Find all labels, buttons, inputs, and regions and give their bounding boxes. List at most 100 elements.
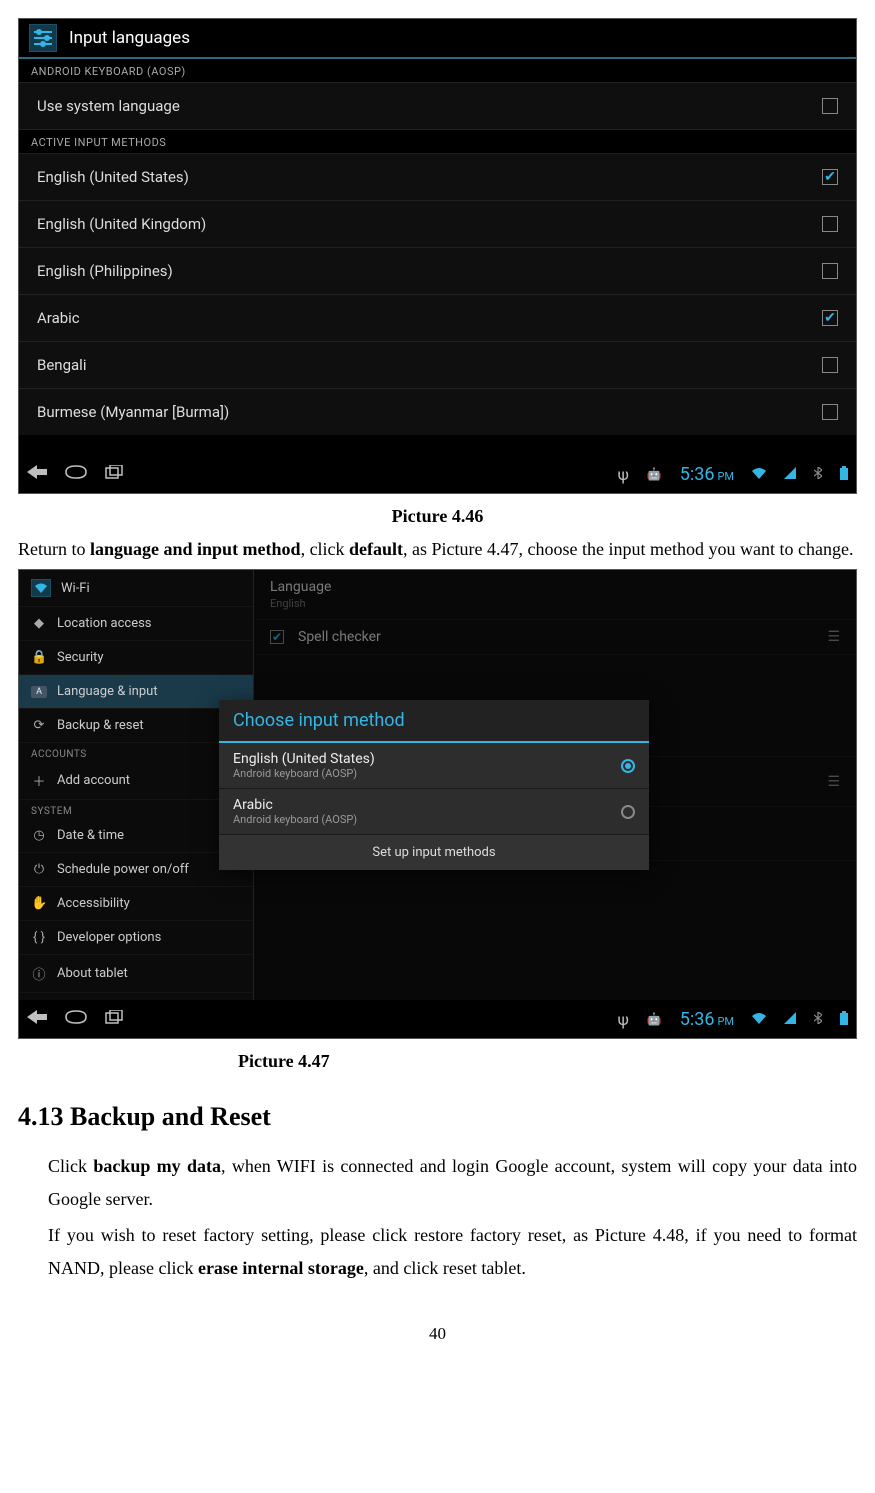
checkbox-icon[interactable]: [822, 357, 838, 373]
dialog-option-arabic[interactable]: Arabic Android keyboard (AOSP): [219, 789, 649, 835]
sidebar-label: Schedule power on/off: [57, 862, 189, 877]
signal-icon: [784, 467, 796, 482]
item-spell-checker[interactable]: Spell checker ☰: [254, 620, 856, 655]
dialog-title: Choose input method: [219, 700, 649, 743]
usb-icon: ψ: [618, 1010, 629, 1029]
clock: 5:36 PM: [680, 464, 734, 485]
sidebar-section-accounts: ACCOUNTS: [19, 743, 253, 762]
row-label: Burmese (Myanmar [Burma]): [37, 403, 229, 421]
sidebar-item-add-account[interactable]: ＋ Add account: [19, 762, 253, 800]
info-icon: ⓘ: [31, 964, 47, 983]
back-icon[interactable]: [27, 1010, 47, 1028]
row-label: English (Philippines): [37, 262, 173, 280]
sidebar-item-date-time[interactable]: ◷ Date & time: [19, 819, 253, 853]
checkbox-icon[interactable]: [822, 263, 838, 279]
bluetooth-icon: [814, 1012, 822, 1027]
checkbox-icon[interactable]: [822, 404, 838, 420]
row-english-us[interactable]: English (United States): [19, 154, 856, 201]
sidebar-item-about-tablet[interactable]: ⓘ About tablet: [19, 955, 253, 993]
sidebar-label: Wi-Fi: [61, 581, 90, 596]
checkbox-checked-icon[interactable]: [270, 630, 284, 644]
dialog-choose-input-method: Choose input method English (United Stat…: [219, 700, 649, 870]
backup-icon: ⟳: [31, 718, 47, 733]
paragraph-backup-my-data: Click backup my data, when WIFI is conne…: [48, 1150, 857, 1215]
row-label: English (United States): [37, 168, 189, 186]
clock-pm: PM: [717, 470, 734, 483]
sidebar-label: Security: [57, 650, 104, 665]
row-english-ph[interactable]: English (Philippines): [19, 248, 856, 295]
section-active-label: ACTIVE INPUT METHODS: [19, 130, 856, 154]
android-icon: 🤖: [647, 467, 662, 481]
back-icon[interactable]: [27, 465, 47, 483]
row-english-uk[interactable]: English (United Kingdom): [19, 201, 856, 248]
row-arabic[interactable]: Arabic: [19, 295, 856, 342]
screenshot-choose-input-method: Wi-Fi ◆ Location access 🔒 Security A Lan…: [18, 569, 857, 1039]
row-label: Use system language: [37, 97, 180, 115]
radio-icon[interactable]: [621, 805, 635, 819]
sliders-icon[interactable]: ☰: [827, 774, 840, 790]
screen-header: Input languages: [19, 19, 856, 59]
sidebar-item-security[interactable]: 🔒 Security: [19, 641, 253, 675]
usb-icon: ψ: [618, 465, 629, 484]
option-sublabel: Android keyboard (AOSP): [233, 767, 375, 780]
clock-time: 5:36: [680, 1009, 715, 1030]
sidebar-item-developer-options[interactable]: { } Developer options: [19, 921, 253, 955]
bluetooth-icon: [814, 467, 822, 482]
checkbox-checked-icon[interactable]: [822, 169, 838, 185]
dialog-option-english-us[interactable]: English (United States) Android keyboard…: [219, 743, 649, 789]
clock-time: 5:36: [680, 464, 715, 485]
checkbox-icon[interactable]: [822, 98, 838, 114]
sliders-icon: [29, 24, 57, 52]
recent-apps-icon[interactable]: [105, 465, 123, 483]
section-keyboard-label: ANDROID KEYBOARD (AOSP): [19, 59, 856, 83]
home-icon[interactable]: [65, 1010, 87, 1028]
developer-icon: { }: [31, 930, 47, 945]
lock-icon: 🔒: [31, 650, 47, 665]
battery-icon: [840, 1011, 848, 1028]
row-bengali[interactable]: Bengali: [19, 342, 856, 389]
row-burmese[interactable]: Burmese (Myanmar [Burma]): [19, 389, 856, 435]
item-language[interactable]: Language English: [254, 570, 856, 620]
sidebar-item-backup-reset[interactable]: ⟳ Backup & reset: [19, 709, 253, 743]
sidebar-item-schedule-power[interactable]: ⏻ Schedule power on/off: [19, 853, 253, 887]
item-subtitle: English: [270, 597, 840, 610]
paragraph-factory-reset: If you wish to reset factory setting, pl…: [48, 1219, 857, 1284]
sidebar-item-accessibility[interactable]: ✋ Accessibility: [19, 887, 253, 921]
checkbox-icon[interactable]: [822, 216, 838, 232]
option-label: Arabic: [233, 797, 357, 813]
wifi-icon: [752, 467, 766, 482]
dialog-setup-button[interactable]: Set up input methods: [219, 835, 649, 870]
home-icon[interactable]: [65, 465, 87, 483]
paragraph-return-to: Return to language and input method, cli…: [18, 533, 857, 565]
battery-icon: [840, 466, 848, 483]
sidebar-item-wifi[interactable]: Wi-Fi: [19, 570, 253, 607]
item-title: Spell checker: [298, 629, 381, 645]
radio-selected-icon[interactable]: [621, 759, 635, 773]
sidebar-item-language-input[interactable]: A Language & input: [19, 675, 253, 709]
signal-icon: [784, 1012, 796, 1027]
wifi-settings-icon: [31, 579, 51, 597]
clock-pm: PM: [717, 1015, 734, 1028]
sidebar-label: Backup & reset: [57, 718, 144, 733]
option-label: English (United States): [233, 751, 375, 767]
sidebar-label: About tablet: [57, 966, 128, 981]
system-navbar: ψ 🤖 5:36 PM: [19, 1000, 856, 1038]
item-title: Language: [270, 579, 840, 595]
sliders-icon[interactable]: ☰: [827, 629, 840, 645]
system-navbar: ψ 🤖 5:36 PM: [19, 455, 856, 493]
caption-4-46: Picture 4.46: [18, 506, 857, 527]
row-use-system-language[interactable]: Use system language: [19, 83, 856, 130]
location-icon: ◆: [31, 616, 47, 631]
sidebar-label: Developer options: [57, 930, 161, 945]
row-label: English (United Kingdom): [37, 215, 206, 233]
sidebar-label: Language & input: [57, 684, 158, 699]
android-icon: 🤖: [647, 1012, 662, 1026]
sidebar-label: Add account: [57, 773, 130, 788]
plus-icon: ＋: [31, 771, 47, 790]
row-label: Arabic: [37, 309, 80, 327]
caption-4-47: Picture 4.47: [18, 1051, 857, 1072]
sidebar-item-location[interactable]: ◆ Location access: [19, 607, 253, 641]
clock: 5:36 PM: [680, 1009, 734, 1030]
checkbox-checked-icon[interactable]: [822, 310, 838, 326]
recent-apps-icon[interactable]: [105, 1010, 123, 1028]
